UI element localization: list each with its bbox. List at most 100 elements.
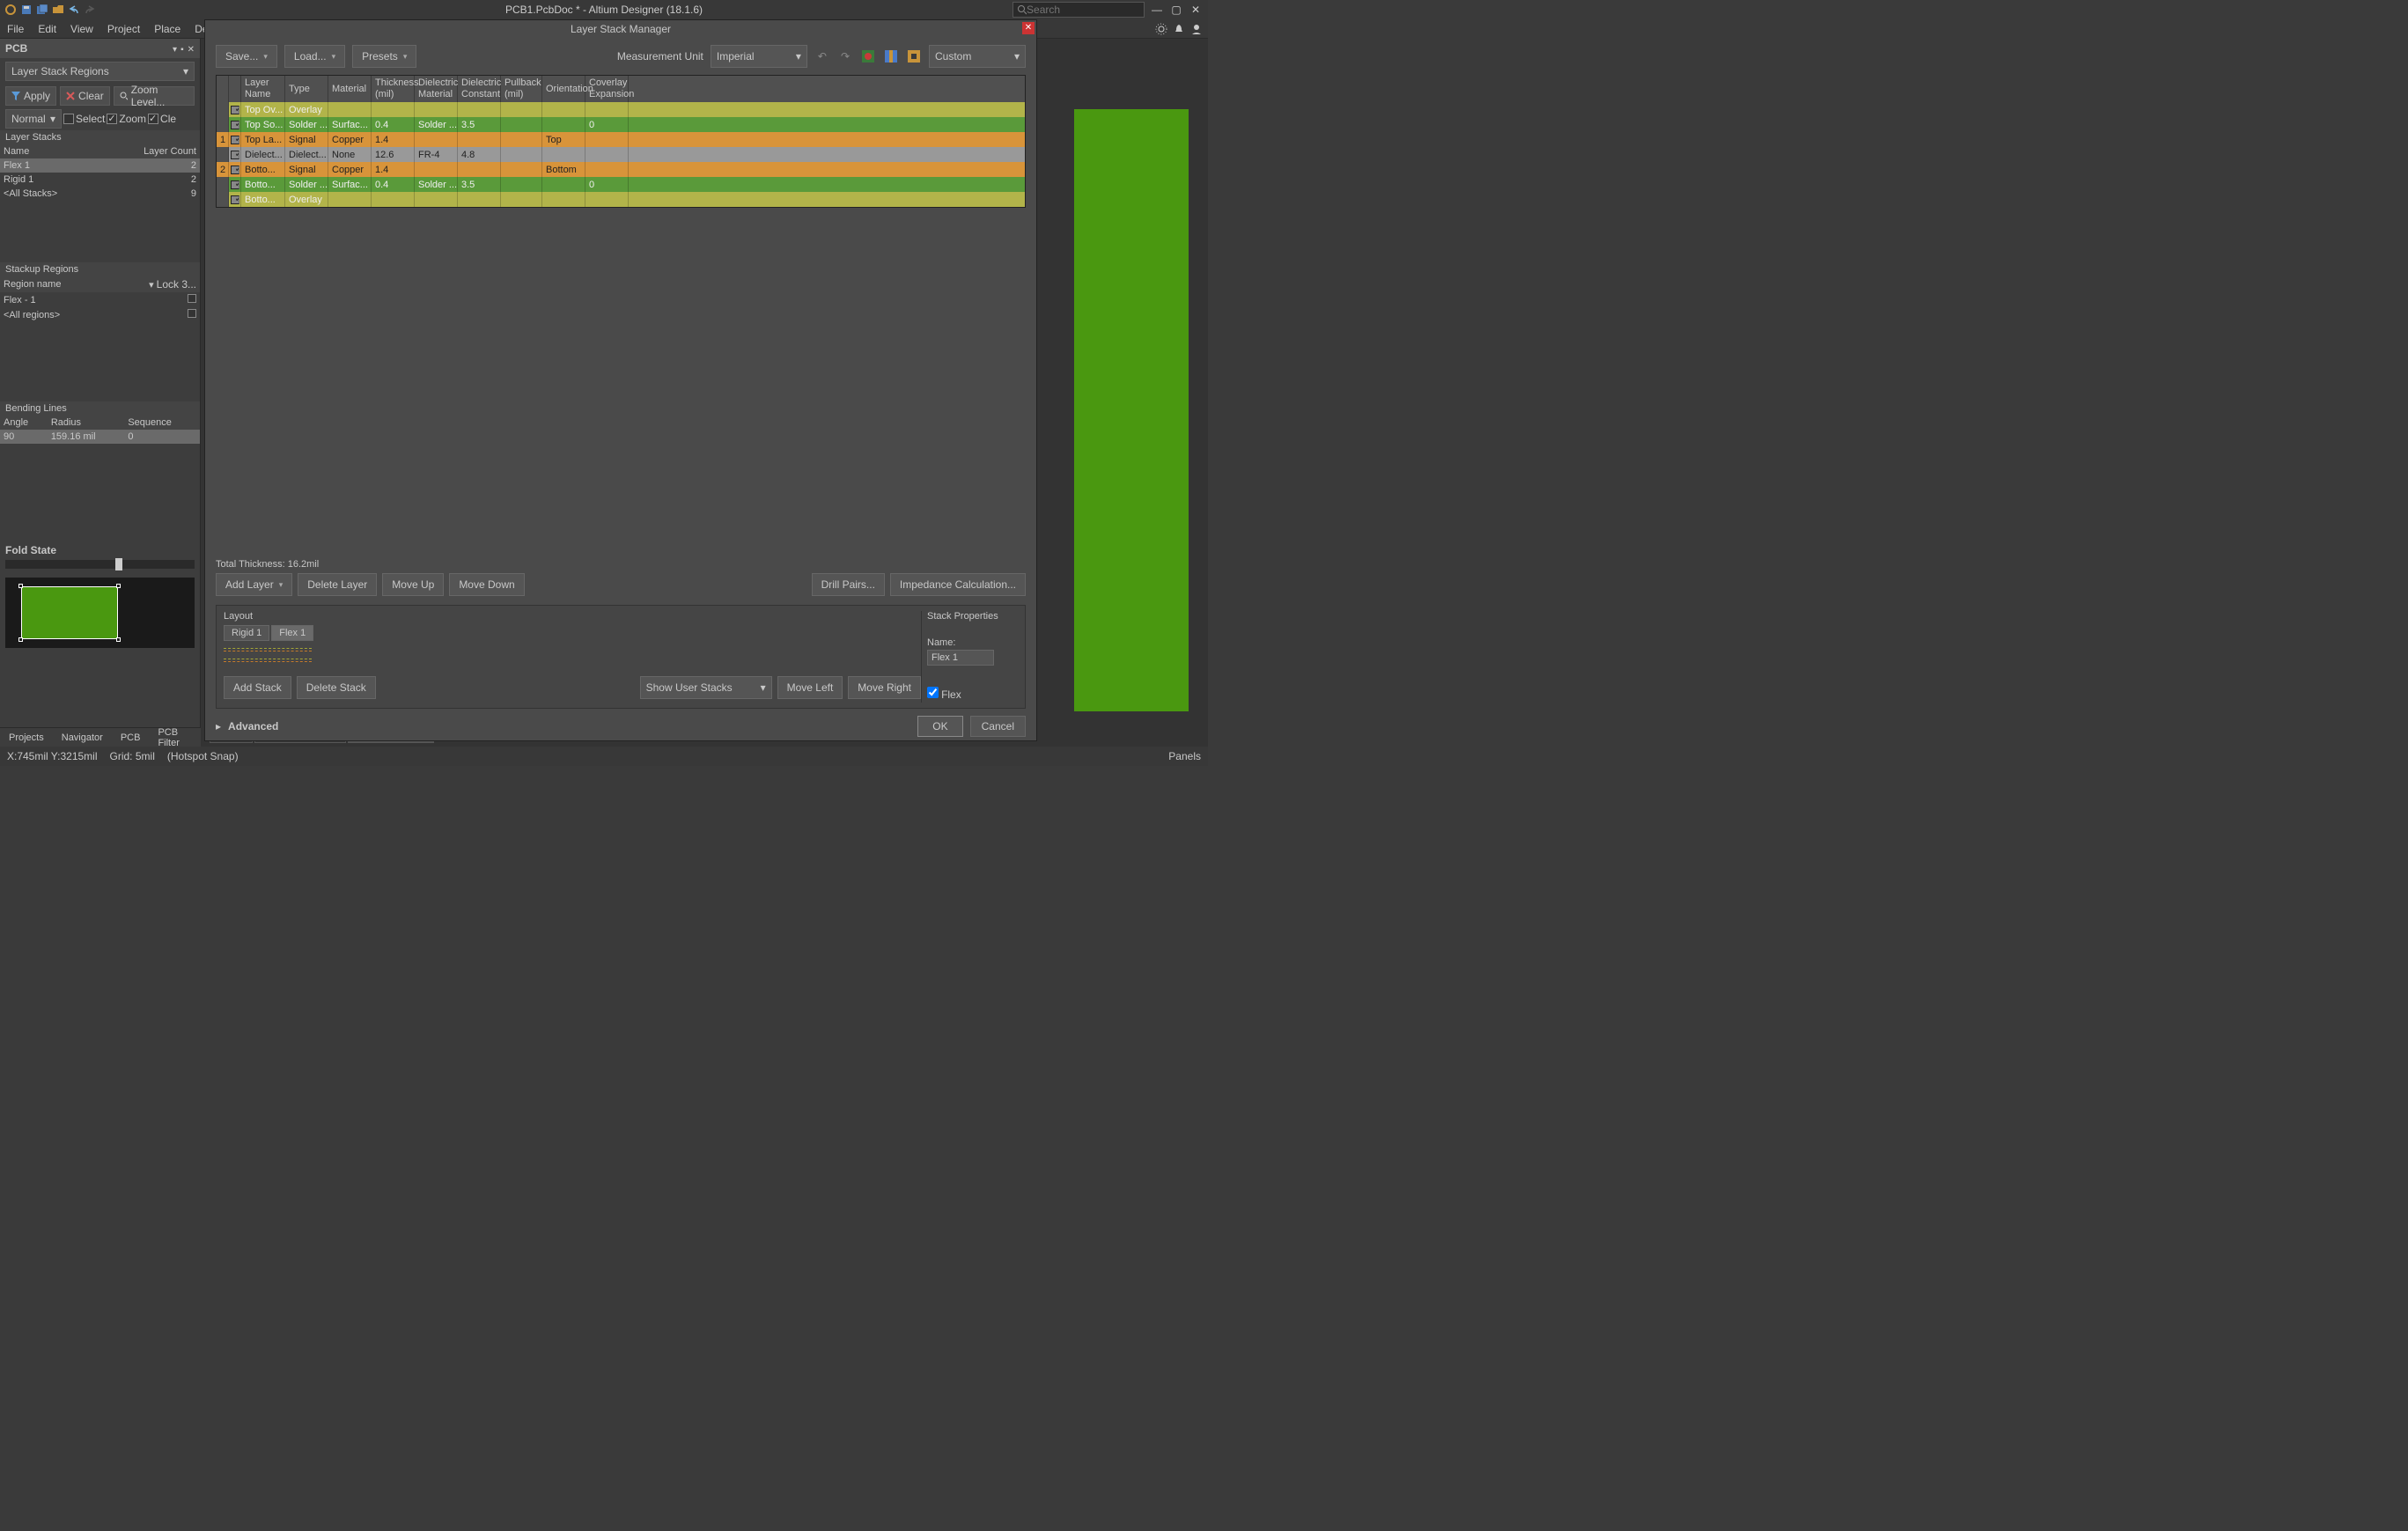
undo-icon[interactable] [67, 3, 81, 17]
drill-pairs-button[interactable]: Drill Pairs... [812, 573, 885, 596]
zoom-checkbox[interactable] [107, 114, 117, 124]
resize-handle[interactable] [18, 584, 23, 588]
gear-icon[interactable] [1155, 23, 1167, 35]
dialog-close-button[interactable]: ✕ [1022, 22, 1035, 34]
tool-icon-1[interactable] [860, 48, 876, 64]
tab-navigator[interactable]: Navigator [53, 730, 112, 746]
table-row[interactable]: Flex 12 [0, 158, 200, 173]
move-left-button[interactable]: Move Left [777, 676, 843, 699]
cancel-button[interactable]: Cancel [970, 716, 1026, 737]
tab-pcb-filter[interactable]: PCB Filter [149, 725, 201, 751]
panel-pin-icon[interactable]: ▪ [180, 45, 184, 55]
slider-thumb[interactable] [115, 558, 122, 570]
load-button[interactable]: Load...▾ [284, 45, 345, 68]
clear-checkbox[interactable] [148, 114, 158, 124]
col-seq[interactable]: Sequence [124, 416, 200, 430]
visibility-checkbox[interactable]: ✓ [231, 180, 239, 189]
save-button[interactable]: Save...▾ [216, 45, 277, 68]
menu-edit[interactable]: Edit [31, 23, 63, 35]
col-count[interactable]: Layer Count [100, 144, 200, 158]
panel-close-icon[interactable]: ✕ [188, 45, 195, 55]
ok-button[interactable]: OK [917, 716, 962, 737]
add-stack-button[interactable]: Add Stack [224, 676, 291, 699]
add-layer-button[interactable]: Add Layer▾ [216, 573, 292, 596]
presets-button[interactable]: Presets▾ [352, 45, 416, 68]
apply-button[interactable]: Apply [5, 86, 56, 106]
col-dielectric-mat[interactable]: Dielectric Material [415, 76, 458, 102]
visibility-checkbox[interactable]: ✓ [231, 151, 239, 159]
clear-button[interactable]: Clear [60, 86, 110, 106]
redo-icon[interactable]: ↷ [837, 50, 853, 63]
col-radius[interactable]: Radius [48, 416, 125, 430]
table-row[interactable]: Rigid 12 [0, 173, 200, 187]
table-row[interactable]: ✓Botto...Overlay [217, 192, 1025, 207]
normal-combo[interactable]: Normal▾ [5, 109, 62, 129]
expand-icon[interactable]: ▸ [216, 720, 221, 732]
table-row[interactable]: ✓Top So...Solder ...Surfac...0.4Solder .… [217, 117, 1025, 132]
maximize-button[interactable]: ▢ [1169, 4, 1183, 16]
menu-file[interactable]: File [0, 23, 31, 35]
visibility-checkbox[interactable]: ✓ [231, 121, 239, 129]
stack-name-input[interactable] [927, 650, 994, 666]
tab-projects[interactable]: Projects [0, 730, 53, 746]
resize-handle[interactable] [116, 584, 121, 588]
custom-combo[interactable]: Custom▾ [929, 45, 1026, 68]
resize-handle[interactable] [18, 637, 23, 642]
table-row[interactable]: <All regions> [0, 307, 200, 322]
col-name[interactable]: Name [0, 144, 100, 158]
flex-checkbox[interactable] [927, 687, 939, 698]
col-dielectric-const[interactable]: Dielectric Constant [458, 76, 501, 102]
col-orientation[interactable]: Orientation [542, 76, 585, 102]
visibility-checkbox[interactable]: ✓ [231, 166, 239, 174]
menu-view[interactable]: View [63, 23, 100, 35]
tab-flex1[interactable]: Flex 1 [271, 625, 313, 641]
panel-mode-combo[interactable]: Layer Stack Regions▾ [5, 62, 195, 81]
col-type[interactable]: Type [285, 76, 328, 102]
col-layer-name[interactable]: Layer Name [241, 76, 285, 102]
tab-pcb[interactable]: PCB [112, 730, 150, 746]
undo-icon[interactable]: ↶ [814, 50, 830, 63]
bell-icon[interactable] [1173, 23, 1185, 35]
measurement-unit-combo[interactable]: Imperial▾ [711, 45, 807, 68]
tool-icon-3[interactable] [906, 48, 922, 64]
col-pullback[interactable]: Pullback (mil) [501, 76, 542, 102]
visibility-checkbox[interactable]: ✓ [231, 195, 239, 204]
table-row[interactable]: 90159.16 mil0 [0, 430, 200, 444]
tab-rigid1[interactable]: Rigid 1 [224, 625, 269, 641]
table-row[interactable]: <All Stacks>9 [0, 187, 200, 201]
tool-icon-2[interactable] [883, 48, 899, 64]
redo-icon[interactable] [83, 3, 97, 17]
menu-place[interactable]: Place [147, 23, 188, 35]
move-up-button[interactable]: Move Up [382, 573, 444, 596]
table-row[interactable]: 2✓Botto...SignalCopper1.4Bottom [217, 162, 1025, 177]
menu-project[interactable]: Project [100, 23, 147, 35]
table-row[interactable]: Flex - 1 [0, 292, 200, 307]
col-region[interactable]: Region name [0, 276, 108, 292]
pcb-preview[interactable] [5, 578, 195, 648]
open-icon[interactable] [51, 3, 65, 17]
table-row[interactable]: ✓Dielect...Dielect...None12.6FR-44.8 [217, 147, 1025, 162]
minimize-button[interactable]: — [1150, 4, 1164, 16]
search-input[interactable] [1027, 4, 1140, 16]
visibility-checkbox[interactable]: ✓ [231, 136, 239, 144]
select-checkbox[interactable] [63, 114, 74, 124]
col-thickness[interactable]: Thickness (mil) [372, 76, 415, 102]
save-all-icon[interactable] [35, 3, 49, 17]
impedance-calc-button[interactable]: Impedance Calculation... [890, 573, 1026, 596]
advanced-label[interactable]: Advanced [228, 720, 278, 732]
col-material[interactable]: Material [328, 76, 372, 102]
lock-checkbox[interactable] [188, 309, 196, 318]
visibility-checkbox[interactable]: ✓ [231, 106, 239, 114]
user-icon[interactable] [1190, 23, 1203, 35]
table-row[interactable]: ✓Botto...Solder ...Surfac...0.4Solder ..… [217, 177, 1025, 192]
table-row[interactable]: 1✓Top La...SignalCopper1.4Top [217, 132, 1025, 147]
search-box[interactable] [1013, 2, 1145, 18]
move-right-button[interactable]: Move Right [848, 676, 921, 699]
zoom-level-button[interactable]: Zoom Level... [114, 86, 195, 106]
lock-checkbox[interactable] [188, 294, 196, 303]
fold-slider[interactable] [5, 560, 195, 569]
table-row[interactable]: ✓Top Ov...Overlay [217, 102, 1025, 117]
close-button[interactable]: ✕ [1189, 4, 1203, 16]
col-coverlay[interactable]: Coverlay Expansion [585, 76, 629, 102]
col-angle[interactable]: Angle [0, 416, 48, 430]
